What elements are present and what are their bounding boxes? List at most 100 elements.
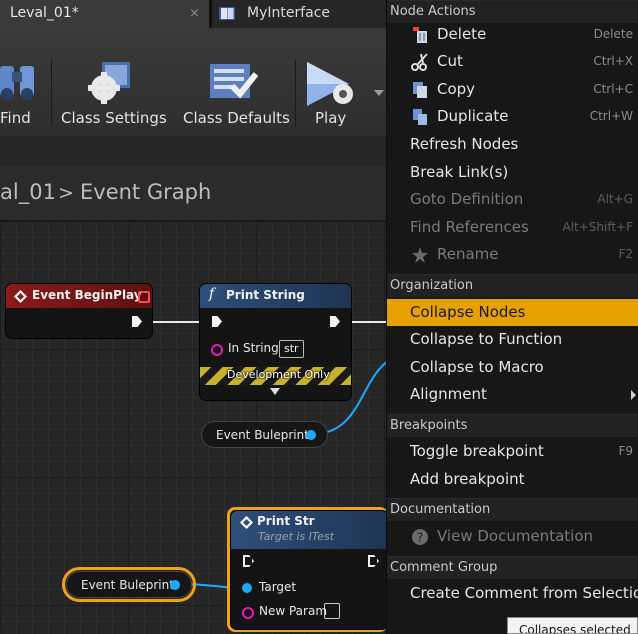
menu-item-collapse-to-macro[interactable]: Collapse to Macro bbox=[387, 354, 638, 381]
exec-in-pin[interactable] bbox=[212, 316, 222, 327]
submenu-arrow-icon bbox=[631, 390, 636, 400]
menu-item-find-references: Find References Alt+Shift+F bbox=[387, 214, 638, 241]
menu-item-view-documentation: ? View Documentation bbox=[387, 523, 638, 550]
menu-item-goto-definition: Goto Definition Alt+G bbox=[387, 186, 638, 213]
node-title: Print Str bbox=[257, 514, 315, 528]
function-icon: f bbox=[209, 286, 215, 302]
exec-out-pin[interactable] bbox=[368, 555, 379, 567]
section-comment-group: Comment Group bbox=[387, 556, 638, 579]
menu-item-label: Create Comment from Selection bbox=[410, 584, 638, 602]
breadcrumb-current: Event Graph bbox=[80, 180, 212, 204]
scissors-icon bbox=[411, 53, 428, 71]
menu-item-cut[interactable]: Cut Ctrl+X bbox=[387, 48, 638, 75]
section-label: Breakpoints bbox=[390, 418, 468, 433]
close-icon[interactable]: × bbox=[189, 6, 200, 21]
node-label: Event Buleprint bbox=[216, 428, 309, 442]
event-buleprint-node[interactable]: Event Buleprint bbox=[201, 421, 328, 448]
target-label: Target bbox=[259, 580, 297, 594]
node-title: Event BeginPlay bbox=[32, 288, 142, 302]
shortcut: Ctrl+C bbox=[593, 82, 633, 96]
shortcut: F9 bbox=[618, 444, 633, 458]
book-icon bbox=[219, 7, 235, 20]
menu-item-label: Goto Definition bbox=[410, 190, 524, 208]
chevron-right-icon: > bbox=[58, 182, 74, 204]
tab-label: Leval_01* bbox=[10, 5, 79, 21]
binoculars-icon bbox=[0, 66, 34, 100]
menu-item-toggle-breakpoint[interactable]: Toggle breakpoint F9 bbox=[387, 438, 638, 465]
shortcut: F2 bbox=[618, 247, 633, 261]
menu-item-label: Rename bbox=[437, 245, 499, 263]
context-menu: Node Actions Delete Delete Cut Ctrl+X Co… bbox=[386, 0, 638, 634]
menu-item-label: Find References bbox=[410, 218, 529, 236]
menu-item-alignment[interactable]: Alignment bbox=[387, 381, 638, 408]
menu-item-label: Copy bbox=[437, 80, 476, 98]
tab-label: MyInterface bbox=[247, 5, 331, 21]
section-node-actions: Node Actions bbox=[387, 0, 638, 23]
breadcrumb: al_01 > Event Graph bbox=[0, 166, 388, 221]
section-organization: Organization bbox=[387, 274, 638, 297]
exec-out-pin[interactable] bbox=[330, 316, 340, 327]
menu-item-collapse-to-function[interactable]: Collapse to Function bbox=[387, 326, 638, 353]
toolbar-divider bbox=[51, 60, 52, 126]
menu-item-copy[interactable]: Copy Ctrl+C bbox=[387, 76, 638, 103]
interface-out-pin[interactable] bbox=[306, 430, 316, 440]
development-only-banner: Development Only bbox=[200, 367, 351, 385]
menu-item-rename: Rename F2 bbox=[387, 241, 638, 268]
menu-item-label: Cut bbox=[437, 52, 463, 70]
delegate-pin-icon[interactable] bbox=[138, 291, 150, 303]
new-param-field[interactable] bbox=[324, 603, 340, 619]
section-label: Organization bbox=[390, 278, 474, 293]
breadcrumb-parent[interactable]: al_01 bbox=[0, 180, 56, 204]
exec-out-pin[interactable] bbox=[132, 316, 142, 327]
menu-item-create-comment[interactable]: Create Comment from Selection bbox=[387, 580, 638, 607]
node-subtitle: Target is ITest bbox=[258, 530, 335, 543]
string-pin[interactable] bbox=[242, 607, 254, 619]
find-button[interactable]: Find bbox=[0, 28, 52, 136]
menu-item-delete[interactable]: Delete Delete bbox=[387, 21, 638, 48]
string-pin[interactable] bbox=[211, 344, 223, 356]
menu-item-label: Duplicate bbox=[437, 107, 509, 125]
menu-item-label: Break Link(s) bbox=[410, 163, 509, 181]
new-param-label: New Param bbox=[259, 604, 328, 618]
shortcut: Ctrl+X bbox=[593, 54, 633, 68]
class-defaults-label: Class Defaults bbox=[183, 109, 290, 127]
menu-item-duplicate[interactable]: Duplicate Ctrl+W bbox=[387, 103, 638, 130]
interface-out-pin[interactable] bbox=[170, 580, 180, 590]
print-string-node[interactable]: f Print String In String str Development… bbox=[200, 284, 351, 400]
menu-item-label: Refresh Nodes bbox=[410, 135, 519, 153]
play-icon bbox=[307, 62, 353, 106]
rename-icon bbox=[412, 247, 428, 263]
tab-myinterface[interactable]: MyInterface bbox=[212, 0, 387, 28]
menu-item-label: Add breakpoint bbox=[410, 470, 525, 488]
in-string-field[interactable]: str bbox=[279, 340, 304, 358]
graph-canvas[interactable]: Event BeginPlay f Print String In String… bbox=[0, 221, 388, 634]
delete-icon bbox=[413, 27, 427, 43]
target-pin[interactable] bbox=[242, 583, 252, 593]
event-buleprint-node[interactable]: Event Buleprint bbox=[66, 571, 192, 598]
menu-item-label: View Documentation bbox=[437, 527, 593, 545]
section-label: Documentation bbox=[390, 502, 491, 517]
menu-item-label: Collapse Nodes bbox=[410, 303, 526, 321]
menu-item-collapse-nodes[interactable]: Collapse Nodes bbox=[387, 299, 638, 326]
copy-icon bbox=[413, 82, 427, 98]
print-str-node[interactable]: Print Str Target is ITest Target New Par… bbox=[231, 511, 388, 629]
shortcut: Delete bbox=[593, 27, 633, 41]
menu-item-break-links[interactable]: Break Link(s) bbox=[387, 159, 638, 186]
section-label: Comment Group bbox=[390, 560, 498, 575]
toolbar-divider bbox=[295, 60, 296, 126]
class-settings-label: Class Settings bbox=[61, 109, 167, 127]
menu-item-add-breakpoint[interactable]: Add breakpoint bbox=[387, 466, 638, 493]
menu-item-label: Alignment bbox=[410, 385, 487, 403]
expand-arrow-icon[interactable] bbox=[270, 388, 280, 395]
event-beginplay-node[interactable]: Event BeginPlay bbox=[6, 284, 152, 338]
class-settings-button[interactable]: Class Settings bbox=[58, 28, 167, 136]
menu-item-refresh-nodes[interactable]: Refresh Nodes bbox=[387, 131, 638, 158]
exec-in-pin[interactable] bbox=[243, 555, 254, 567]
play-button[interactable]: Play bbox=[300, 28, 386, 136]
tooltip-text: Collapses selected bbox=[519, 623, 631, 634]
class-defaults-button[interactable]: Class Defaults bbox=[178, 28, 290, 136]
checklist-icon bbox=[210, 64, 258, 99]
event-diamond-icon bbox=[14, 290, 27, 303]
chevron-down-icon[interactable] bbox=[374, 90, 384, 96]
tab-leval-01[interactable]: Leval_01* × bbox=[0, 0, 210, 28]
